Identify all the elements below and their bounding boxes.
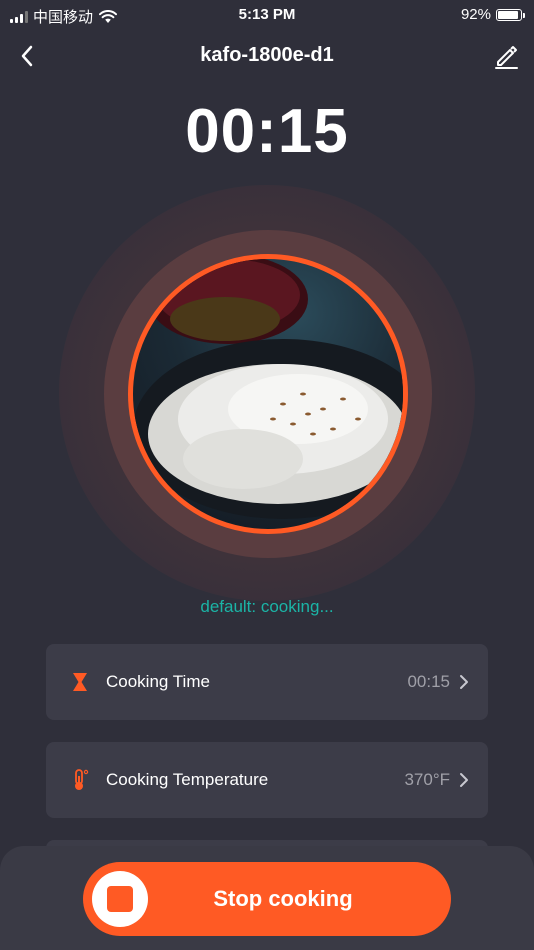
food-image xyxy=(128,254,408,534)
status-right: 92% xyxy=(460,6,525,23)
cooking-time-value: 00:15 xyxy=(407,672,450,691)
stop-cooking-button[interactable]: Stop cooking xyxy=(83,862,451,936)
program-status: default: cooking... xyxy=(200,597,334,616)
cooking-time-label: Cooking Time xyxy=(106,672,210,691)
stop-cooking-label: Stop cooking xyxy=(213,886,353,911)
battery-fill xyxy=(498,10,519,19)
countdown-timer: 00:15 xyxy=(185,97,349,166)
battery-percent: 92% xyxy=(460,6,491,23)
cooking-time-row[interactable]: Cooking Time 00:15 xyxy=(46,644,488,720)
hourglass-icon xyxy=(73,673,87,691)
edit-button[interactable] xyxy=(492,42,520,70)
cooking-temperature-label: Cooking Temperature xyxy=(106,770,269,789)
thermometer-icon xyxy=(75,769,89,790)
status-time: 5:13 PM xyxy=(238,6,296,23)
cooking-temperature-value: 370°F xyxy=(404,770,450,789)
battery-icon xyxy=(496,8,525,21)
status-bar: 中国移动 5:13 PM 92% xyxy=(0,0,534,30)
pencil-icon xyxy=(495,46,518,69)
cooking-temperature-row[interactable]: Cooking Temperature 370°F xyxy=(46,742,488,818)
chevron-right-icon xyxy=(460,773,468,787)
chevron-right-icon xyxy=(460,675,468,689)
nav-bar: kafo-1800e-d1 xyxy=(0,36,534,76)
page-title: kafo-1800e-d1 xyxy=(200,44,334,66)
